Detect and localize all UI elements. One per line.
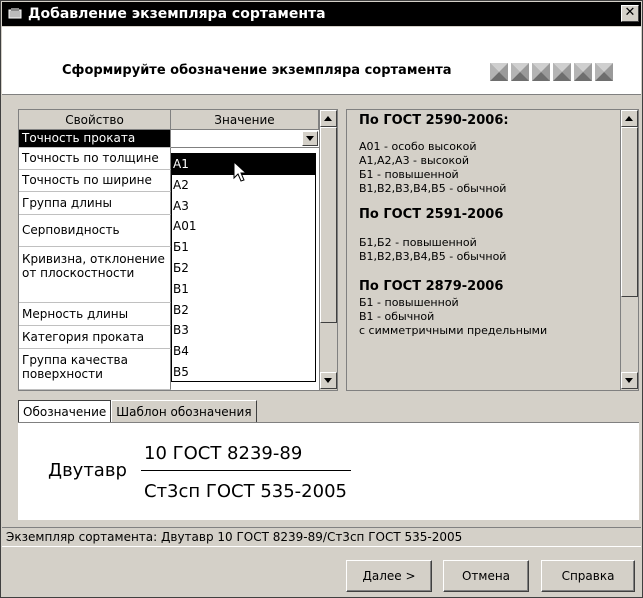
close-button[interactable]: ✕ [621,5,639,22]
formula-numerator: 10 ГОСТ 8239-89 [144,443,303,464]
option-a01[interactable]: А01 [172,216,315,237]
info-scroll-up-button[interactable] [621,110,638,127]
option-v4[interactable]: В4 [172,341,315,362]
info-line: Б1 - повышенной [359,296,459,309]
property-row-thickness-accuracy[interactable]: Точность по толщине [19,148,171,170]
step-marker-icon [574,63,592,81]
header-panel: Сформируйте обозначение экземпляра сорта… [2,27,641,95]
info-scrollbar[interactable] [620,110,638,390]
info-heading-gost-2879: По ГОСТ 2879-2006 [359,279,504,294]
title-bar[interactable]: Добавление экземпляра сортамента ✕ [2,2,641,26]
step-marker-icon [532,63,550,81]
tab-strip: Обозначение Шаблон обозначения [18,400,257,424]
grid-scrollbar[interactable] [319,110,337,390]
arrow-up-icon [324,116,332,121]
formula-denominator: Ст3сп ГОСТ 535-2005 [144,481,347,502]
window-title: Добавление экземпляра сортамента [28,6,326,22]
option-v2[interactable]: В2 [172,300,315,321]
option-b2[interactable]: Б2 [172,258,315,279]
column-header-property[interactable]: Свойство [19,110,171,130]
column-header-value[interactable]: Значение [171,110,319,130]
option-v1[interactable]: В1 [172,279,315,300]
mouse-pointer-icon [233,161,248,182]
option-b1[interactable]: Б1 [172,237,315,258]
info-line: В1,В2,В3,В4,В5 - обычной [359,182,507,195]
arrow-down-icon [324,378,332,383]
info-line: Б1 - повышенной [359,168,459,181]
tab-designation[interactable]: Обозначение [18,400,112,424]
info-panel: По ГОСТ 2590-2006: А01 - особо высокой А… [346,109,639,391]
arrow-up-icon [625,116,633,121]
option-a3[interactable]: А3 [172,196,315,217]
info-line: А01 - особо высокой [359,140,477,153]
step-marker-icon [490,63,508,81]
sortament-icon [8,8,22,19]
step-marker-icon [595,63,613,81]
info-line: с симметричными предельными [359,324,548,337]
chevron-down-icon [306,136,314,141]
designation-preview: Двутавр 10 ГОСТ 8239-89 Ст3сп ГОСТ 535-2… [18,422,639,520]
scroll-down-button[interactable] [320,372,337,389]
property-row-flatness[interactable]: Кривизна, отклонение от плоскостности [19,247,171,303]
property-row-width-accuracy[interactable]: Точность по ширине [19,170,171,192]
tab-designation-template[interactable]: Шаблон обозначения [111,400,257,422]
step-progress [490,63,613,81]
help-button[interactable]: Справка [541,560,635,592]
scroll-up-button[interactable] [320,110,337,127]
info-scroll-thumb[interactable] [621,127,638,297]
fraction-line [141,470,351,471]
property-row-category[interactable]: Категория проката [19,326,171,349]
property-row-rolling-accuracy[interactable]: Точность проката [19,130,171,148]
dialog-window: Добавление экземпляра сортамента ✕ Сформ… [0,0,643,598]
value-options-list[interactable]: А1 А2 А3 А01 Б1 Б2 В1 В2 В3 В4 В5 [171,153,316,382]
arrow-down-icon [625,378,633,383]
profile-name: Двутавр [48,460,127,481]
info-scroll-down-button[interactable] [621,372,638,389]
info-text: По ГОСТ 2590-2006: А01 - особо высокой А… [359,112,617,338]
info-line: В1 - обычной [359,310,435,323]
combobox-arrow-button[interactable] [302,131,318,146]
status-bar: Экземпляр сортамента: Двутавр 10 ГОСТ 82… [2,527,641,547]
page-heading: Сформируйте обозначение экземпляра сорта… [62,63,452,78]
value-combobox[interactable] [171,130,319,148]
info-heading-gost-2591: По ГОСТ 2591-2006 [359,207,504,222]
option-v3[interactable]: В3 [172,320,315,341]
info-line: А1,А2,А3 - высокой [359,154,469,167]
scroll-thumb[interactable] [320,127,337,323]
property-row-length-group[interactable]: Группа длины [19,192,171,215]
info-line: Б1,Б2 - повышенной [359,236,477,249]
info-heading-gost-2590: По ГОСТ 2590-2006: [359,113,509,128]
property-row-length-dimension[interactable]: Мерность длины [19,303,171,326]
next-button[interactable]: Далее > [346,560,432,592]
property-row-surface-quality[interactable]: Группа качества поверхности [19,349,171,390]
close-icon: ✕ [624,5,636,20]
info-line: В1,В2,В3,В4,В5 - обычной [359,250,507,263]
option-v5[interactable]: В5 [172,362,315,383]
step-marker-icon [511,63,529,81]
step-marker-icon [553,63,571,81]
cancel-button[interactable]: Отмена [443,560,529,592]
property-row-camber[interactable]: Серповидность [19,215,171,247]
